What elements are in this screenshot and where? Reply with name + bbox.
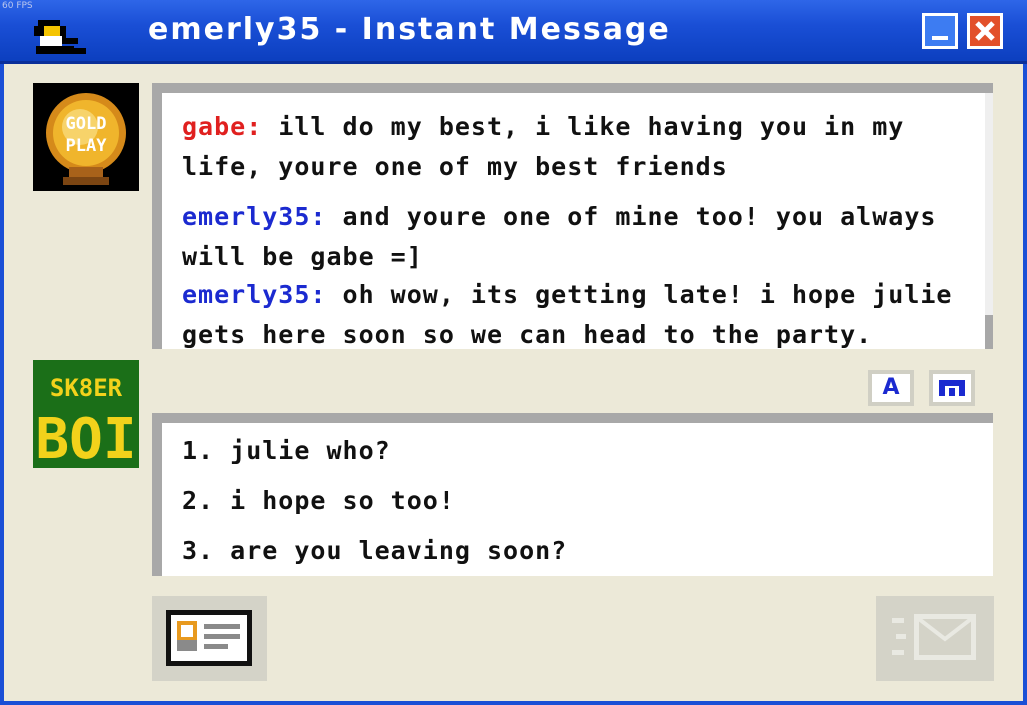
chat-message: gabe: ill do my best, i like having you … — [182, 107, 982, 187]
svg-text:GOLD: GOLD — [66, 114, 107, 134]
fps-counter: 60 FPS — [2, 1, 33, 11]
chat-message: emerly35: oh wow, its getting late! i ho… — [182, 275, 982, 349]
window-frame-right — [1023, 64, 1027, 705]
buddy-avatar: GOLD PLAY — [33, 83, 139, 191]
self-avatar: SK8ER BOI — [33, 360, 139, 472]
svg-text:BOI: BOI — [35, 407, 136, 468]
chat-log[interactable]: gabe: ill do my best, i like having you … — [152, 83, 993, 349]
reply-option-3[interactable]: 3. are you leaving soon? — [182, 531, 982, 571]
reply-options-box: 1. julie who? 2. i hope so too! 3. are y… — [152, 413, 993, 576]
message-sender: gabe: — [182, 112, 263, 141]
reply-option-1[interactable]: 1. julie who? — [182, 431, 982, 471]
profile-button[interactable] — [152, 596, 267, 681]
sk8er-boi-icon: SK8ER BOI — [33, 360, 139, 472]
reply-option-2[interactable]: 2. i hope so too! — [182, 481, 982, 521]
chat-scrollbar-track[interactable] — [985, 93, 993, 349]
minimize-icon[interactable] — [922, 13, 958, 49]
window-frame-bottom — [0, 701, 1027, 705]
gold-play-badge-icon: GOLD PLAY — [46, 93, 126, 185]
svg-text:SK8ER: SK8ER — [50, 374, 123, 402]
message-text: ill do my best, i like having you in my … — [182, 112, 905, 181]
im-window: 60 FPS emerly35 - Instant Message GOLD P… — [0, 0, 1027, 705]
font-icon: A — [882, 375, 900, 400]
title-bar[interactable]: 60 FPS emerly35 - Instant Message — [0, 0, 1027, 64]
font-button[interactable]: A — [868, 370, 914, 406]
send-button[interactable] — [876, 596, 994, 681]
chat-scrollbar-thumb[interactable] — [985, 315, 993, 349]
smiley-icon — [939, 380, 965, 396]
message-sender: emerly35: — [182, 202, 327, 231]
window-frame-left — [0, 64, 4, 705]
chat-message: emerly35: and youre one of mine too! you… — [182, 197, 982, 277]
messenger-logo-icon — [34, 20, 86, 54]
window-title: emerly35 - Instant Message — [148, 12, 671, 47]
close-icon[interactable] — [967, 13, 1003, 49]
profile-card-icon — [166, 610, 252, 666]
svg-text:PLAY: PLAY — [66, 136, 108, 156]
send-mail-icon — [892, 614, 976, 660]
message-sender: emerly35: — [182, 280, 327, 309]
smiley-button[interactable] — [929, 370, 975, 406]
